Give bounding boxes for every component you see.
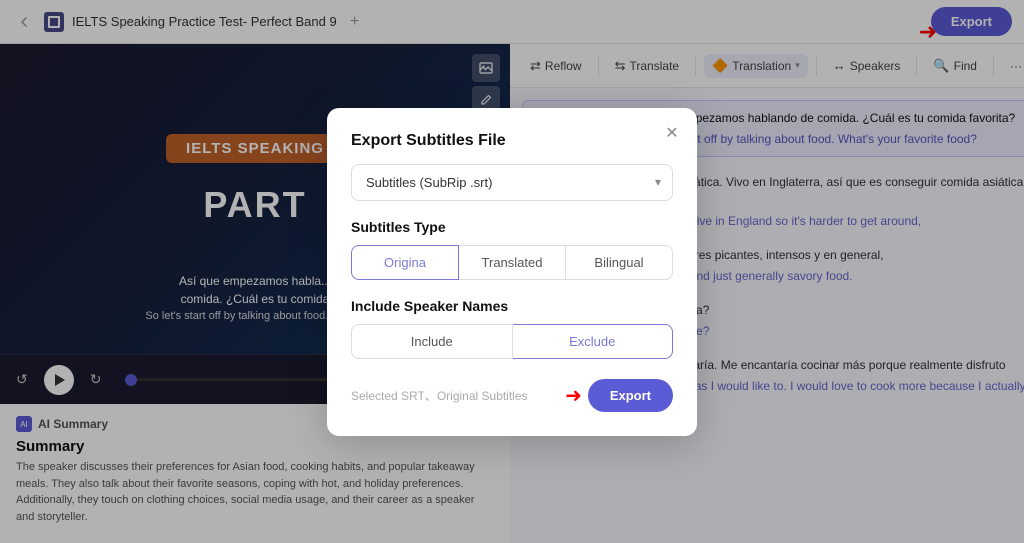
type-bilingual-button[interactable]: Bilingual <box>566 245 673 280</box>
format-select-wrapper: Subtitles (SubRip .srt) ▾ <box>351 164 673 201</box>
include-speaker-label: Include Speaker Names <box>351 298 673 314</box>
red-arrow-modal-indicator: ➜ <box>565 383 582 408</box>
format-select[interactable]: Subtitles (SubRip .srt) <box>351 164 673 201</box>
speaker-names-group: Include Exclude <box>351 324 673 359</box>
exclude-speaker-button[interactable]: Exclude <box>513 324 674 359</box>
export-modal: ✕ Export Subtitles File Subtitles (SubRi… <box>327 108 697 436</box>
subtitles-type-group: Origina Translated Bilingual <box>351 245 673 280</box>
modal-close-button[interactable]: ✕ <box>661 122 683 144</box>
modal-title: Export Subtitles File <box>351 132 673 150</box>
selected-info: Selected SRT、Original Subtitles <box>351 387 528 404</box>
subtitles-type-label: Subtitles Type <box>351 219 673 235</box>
modal-overlay: ✕ Export Subtitles File Subtitles (SubRi… <box>0 0 1024 543</box>
type-original-button[interactable]: Origina <box>351 245 459 280</box>
modal-footer-right: ➜ Export <box>565 379 673 412</box>
modal-export-button[interactable]: Export <box>588 379 673 412</box>
include-speaker-button[interactable]: Include <box>351 324 513 359</box>
modal-footer: Selected SRT、Original Subtitles ➜ Export <box>351 379 673 412</box>
type-translated-button[interactable]: Translated <box>459 245 566 280</box>
